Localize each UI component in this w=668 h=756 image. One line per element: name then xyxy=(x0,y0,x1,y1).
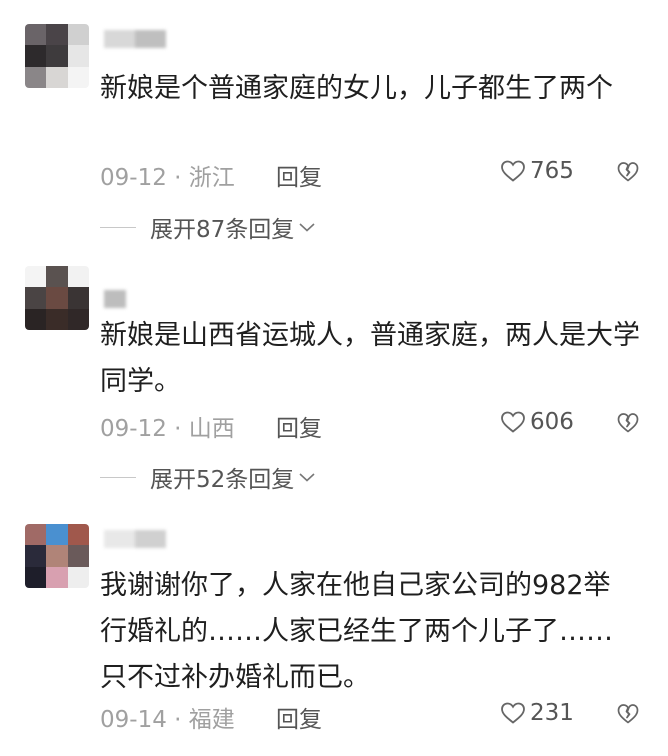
expand-replies-label: 展开52条回复 xyxy=(150,467,295,493)
avatar-pixel xyxy=(67,45,89,67)
avatar-pixel xyxy=(25,24,47,46)
avatar-pixel xyxy=(25,66,47,88)
expand-replies-button[interactable]: 展开52条回复 xyxy=(100,462,316,493)
avatar-pixel xyxy=(67,66,89,88)
heart-icon xyxy=(501,160,525,182)
avatar-pixel xyxy=(46,66,68,88)
avatar-pixel xyxy=(46,566,68,588)
avatar-pixel xyxy=(25,287,47,309)
avatar[interactable] xyxy=(25,524,89,588)
comment-text: 新娘是个普通家庭的女儿，儿子都生了两个 xyxy=(100,73,613,104)
comment-meta: 09-12 · 山西 回复 606 xyxy=(100,409,640,443)
avatar-pixel xyxy=(46,545,68,567)
reply-button[interactable]: 回复 xyxy=(276,409,322,443)
divider xyxy=(100,226,136,228)
comment-meta: 09-14 · 福建 回复 231 xyxy=(100,700,640,734)
reply-button[interactable]: 回复 xyxy=(276,700,322,734)
broken-heart-icon[interactable] xyxy=(616,411,640,435)
comment-text: 新娘是山西省运城人，普通家庭，两人是大学同学。 xyxy=(100,320,640,397)
avatar-pixel xyxy=(67,287,89,309)
avatar-pixel xyxy=(46,45,68,67)
broken-heart-icon[interactable] xyxy=(616,702,640,726)
avatar-pixel xyxy=(67,266,89,288)
comment-meta: 09-12 · 浙江 回复 765 xyxy=(100,158,640,192)
like-button[interactable]: 606 xyxy=(500,409,574,435)
username-blurred[interactable] xyxy=(104,290,126,308)
username-blurred[interactable] xyxy=(104,30,166,48)
like-count: 231 xyxy=(530,700,574,726)
comment-date-location: 09-12 · 山西 xyxy=(100,416,235,442)
avatar-pixel xyxy=(67,24,89,46)
like-button[interactable]: 231 xyxy=(500,700,574,726)
comment-date-location: 09-12 · 浙江 xyxy=(100,165,235,191)
expand-replies-button[interactable]: 展开87条回复 xyxy=(100,212,316,243)
like-count: 606 xyxy=(530,409,574,435)
avatar-pixel xyxy=(25,545,47,567)
reply-button[interactable]: 回复 xyxy=(276,158,322,192)
heart-icon xyxy=(501,702,525,724)
avatar[interactable] xyxy=(25,266,89,330)
comment-text: 我谢谢你了，人家在他自己家公司的982举行婚礼的……人家已经生了两个儿子了……只… xyxy=(100,570,613,693)
avatar-pixel xyxy=(25,266,47,288)
avatar-pixel xyxy=(46,308,68,330)
broken-heart-icon[interactable] xyxy=(616,160,640,184)
chevron-down-icon xyxy=(299,473,315,482)
avatar[interactable] xyxy=(25,24,89,88)
avatar-pixel xyxy=(25,45,47,67)
expand-replies-label: 展开87条回复 xyxy=(150,217,295,243)
avatar-pixel xyxy=(46,287,68,309)
avatar-pixel xyxy=(25,308,47,330)
username-blurred[interactable] xyxy=(104,530,166,548)
avatar-pixel xyxy=(67,308,89,330)
like-count: 765 xyxy=(530,158,574,184)
avatar-pixel xyxy=(67,545,89,567)
avatar-pixel xyxy=(67,524,89,546)
avatar-pixel xyxy=(67,566,89,588)
comment-date-location: 09-14 · 福建 xyxy=(100,707,235,733)
heart-icon xyxy=(501,411,525,433)
divider xyxy=(100,476,136,478)
avatar-pixel xyxy=(46,266,68,288)
chevron-down-icon xyxy=(299,223,315,232)
avatar-pixel xyxy=(25,566,47,588)
avatar-pixel xyxy=(46,524,68,546)
like-button[interactable]: 765 xyxy=(500,158,574,184)
avatar-pixel xyxy=(46,24,68,46)
avatar-pixel xyxy=(25,524,47,546)
